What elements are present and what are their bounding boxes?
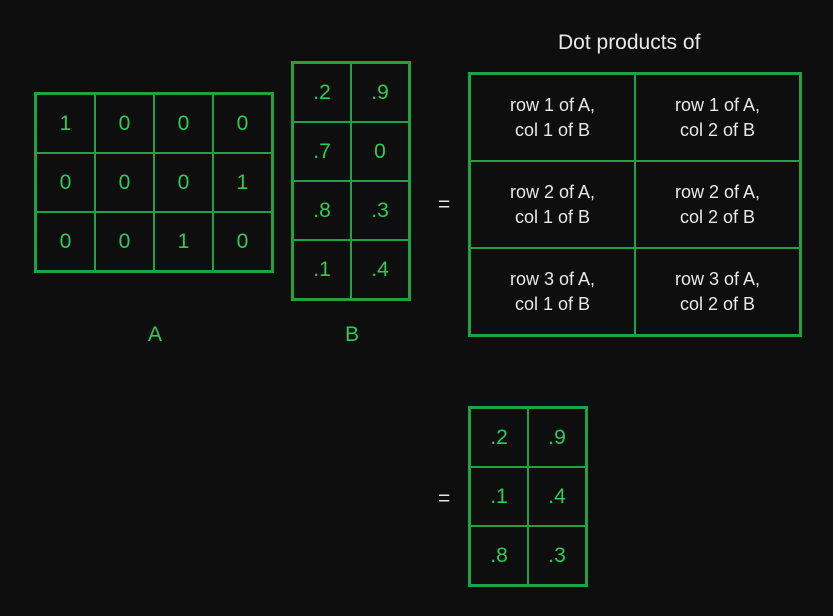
matrix-a-cell: 0 bbox=[36, 153, 95, 212]
result-final-cell: .9 bbox=[528, 408, 586, 467]
matrix-a-cell: 0 bbox=[213, 94, 272, 153]
matrix-a-cell: 0 bbox=[95, 212, 154, 271]
matrix-a-cell: 0 bbox=[154, 153, 213, 212]
matrix-a-cell: 0 bbox=[95, 153, 154, 212]
result-desc-cell: row 1 of A,col 2 of B bbox=[635, 74, 800, 161]
result-desc-cell: row 3 of A,col 1 of B bbox=[470, 248, 635, 335]
matrix-a: 100000010010 bbox=[34, 92, 274, 273]
matrix-b-cell: 0 bbox=[351, 122, 409, 181]
matrix-result-final: .2.9.1.4.8.3 bbox=[468, 406, 588, 587]
result-desc-cell: row 2 of A,col 1 of B bbox=[470, 161, 635, 248]
result-final-cell: .2 bbox=[470, 408, 528, 467]
label-b: B bbox=[345, 323, 359, 347]
matrix-b-cell: .1 bbox=[293, 240, 351, 299]
matrix-a-cell: 0 bbox=[213, 212, 272, 271]
matrix-a-cell: 0 bbox=[36, 212, 95, 271]
matrix-b-cell: .8 bbox=[293, 181, 351, 240]
matrix-b-cell: .2 bbox=[293, 63, 351, 122]
matrix-b-cell: .9 bbox=[351, 63, 409, 122]
result-final-cell: .8 bbox=[470, 526, 528, 585]
matrix-a-cell: 0 bbox=[154, 94, 213, 153]
matrix-b-cell: .7 bbox=[293, 122, 351, 181]
matrix-b-cell: .3 bbox=[351, 181, 409, 240]
matrix-a-cell: 1 bbox=[213, 153, 272, 212]
result-desc-cell: row 3 of A,col 2 of B bbox=[635, 248, 800, 335]
equals-sign-2: = bbox=[438, 487, 450, 511]
result-final-cell: .1 bbox=[470, 467, 528, 526]
result-final-cell: .4 bbox=[528, 467, 586, 526]
matrix-b-cell: .4 bbox=[351, 240, 409, 299]
matrix-a-cell: 1 bbox=[36, 94, 95, 153]
result-desc-cell: row 2 of A,col 2 of B bbox=[635, 161, 800, 248]
matrix-b: .2.9.70.8.3.1.4 bbox=[291, 61, 411, 301]
equals-sign-1: = bbox=[438, 193, 450, 217]
matrix-a-cell: 0 bbox=[95, 94, 154, 153]
matrix-result-description: row 1 of A,col 1 of Brow 1 of A,col 2 of… bbox=[468, 72, 802, 337]
result-final-cell: .3 bbox=[528, 526, 586, 585]
matrix-a-cell: 1 bbox=[154, 212, 213, 271]
label-a: A bbox=[148, 323, 162, 347]
dot-products-title: Dot products of bbox=[558, 31, 700, 55]
result-desc-cell: row 1 of A,col 1 of B bbox=[470, 74, 635, 161]
